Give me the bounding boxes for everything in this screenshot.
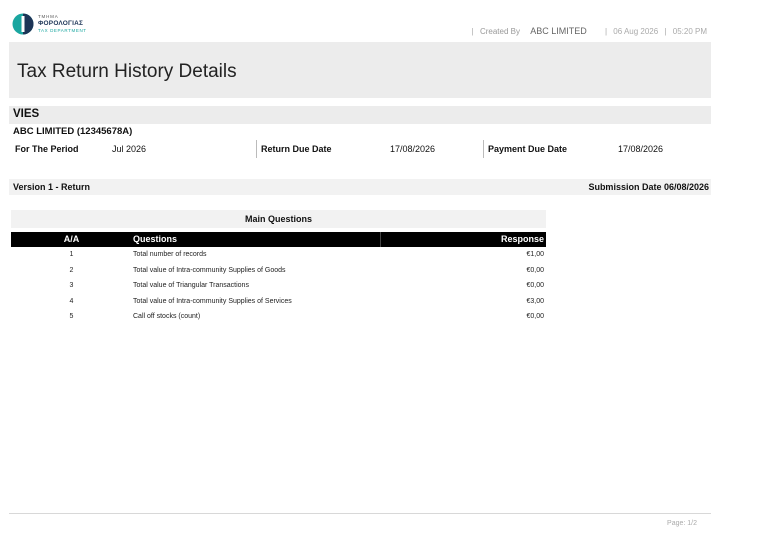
title-bar: Tax Return History Details <box>9 42 711 98</box>
row-aa: 5 <box>69 313 74 320</box>
period-label: For The Period <box>15 144 79 154</box>
return-due-value: 17/08/2026 <box>390 144 436 154</box>
logo-line1: ΤΜΗΜΑ <box>38 14 59 19</box>
header-questions: Questions <box>133 234 178 244</box>
row-aa: 1 <box>69 251 74 258</box>
row-question: Call off stocks (count) <box>133 313 201 320</box>
logo-text: ΤΜΗΜΑ ΦΟΡΟΛΟΓΙΑΣ TAX DEPARTMENT <box>38 14 87 34</box>
meta-separator: | <box>664 27 667 36</box>
created-by-label: Created By <box>479 27 520 36</box>
main-questions-header: Main Questions <box>11 210 546 228</box>
meta-separator: | <box>471 27 474 36</box>
period-row: For The Period Jul 2026 Return Due Date … <box>11 139 711 159</box>
version-label: Version 1 - Return <box>13 182 91 192</box>
report-meta: | Created By ABC LIMITED | 06 Aug 2026 |… <box>468 26 707 36</box>
table-row: 1 Total number of records €1,00 <box>11 247 546 263</box>
company-name: ABC LIMITED (12345678A) <box>13 126 133 137</box>
row-response: €0,00 <box>526 313 544 320</box>
logo-mark-icon <box>12 13 34 35</box>
row-aa: 3 <box>69 282 74 289</box>
section-header: VIES <box>9 106 711 124</box>
page-title: Tax Return History Details <box>17 61 237 82</box>
logo-line3: TAX DEPARTMENT <box>38 28 87 33</box>
period-divider <box>256 140 257 158</box>
table-row: 5 Call off stocks (count) €0,00 <box>11 309 546 325</box>
created-time: 05:20 PM <box>672 27 707 36</box>
row-question: Total value of Triangular Transactions <box>133 282 249 289</box>
tax-department-logo: ΤΜΗΜΑ ΦΟΡΟΛΟΓΙΑΣ TAX DEPARTMENT <box>12 13 102 39</box>
table-header-row: A/A Questions Response <box>11 232 546 247</box>
row-aa: 4 <box>69 297 74 305</box>
row-question: Total value of Intra-community Supplies … <box>133 297 292 305</box>
created-by-company: ABC LIMITED <box>530 26 587 36</box>
created-date: 06 Aug 2026 <box>613 27 659 36</box>
payment-due-value: 17/08/2026 <box>618 144 664 154</box>
header-divider <box>380 232 381 247</box>
version-bar: Version 1 - Return Submission Date 06/08… <box>9 179 711 195</box>
logo-line2: ΦΟΡΟΛΟΓΙΑΣ <box>38 19 84 27</box>
submission-date: Submission Date 06/08/2026 <box>588 182 709 192</box>
payment-due-label: Payment Due Date <box>488 144 568 154</box>
table-row: 4 Total value of Intra-community Supplie… <box>11 294 546 310</box>
row-question: Total number of records <box>133 251 207 258</box>
row-question: Total value of Intra-community Supplies … <box>133 266 286 274</box>
table-row: 2 Total value of Intra-community Supplie… <box>11 263 546 279</box>
period-divider <box>483 140 484 158</box>
table-row: 3 Total value of Triangular Transactions… <box>11 278 546 294</box>
period-value: Jul 2026 <box>112 144 147 154</box>
meta-separator: | <box>604 27 608 36</box>
row-response: €3,00 <box>526 297 544 305</box>
row-aa: 2 <box>69 266 74 274</box>
footer-divider <box>9 513 711 514</box>
row-response: €0,00 <box>526 266 544 274</box>
row-response: €1,00 <box>526 251 544 258</box>
page-number: Page: 1/2 <box>667 520 697 527</box>
return-due-label: Return Due Date <box>261 144 332 154</box>
questions-table: A/A Questions Response 1 Total number of… <box>11 232 546 325</box>
row-response: €0,00 <box>526 282 544 289</box>
header-response: Response <box>500 234 544 244</box>
section-title: VIES <box>13 108 40 120</box>
header-aa: A/A <box>63 234 80 244</box>
